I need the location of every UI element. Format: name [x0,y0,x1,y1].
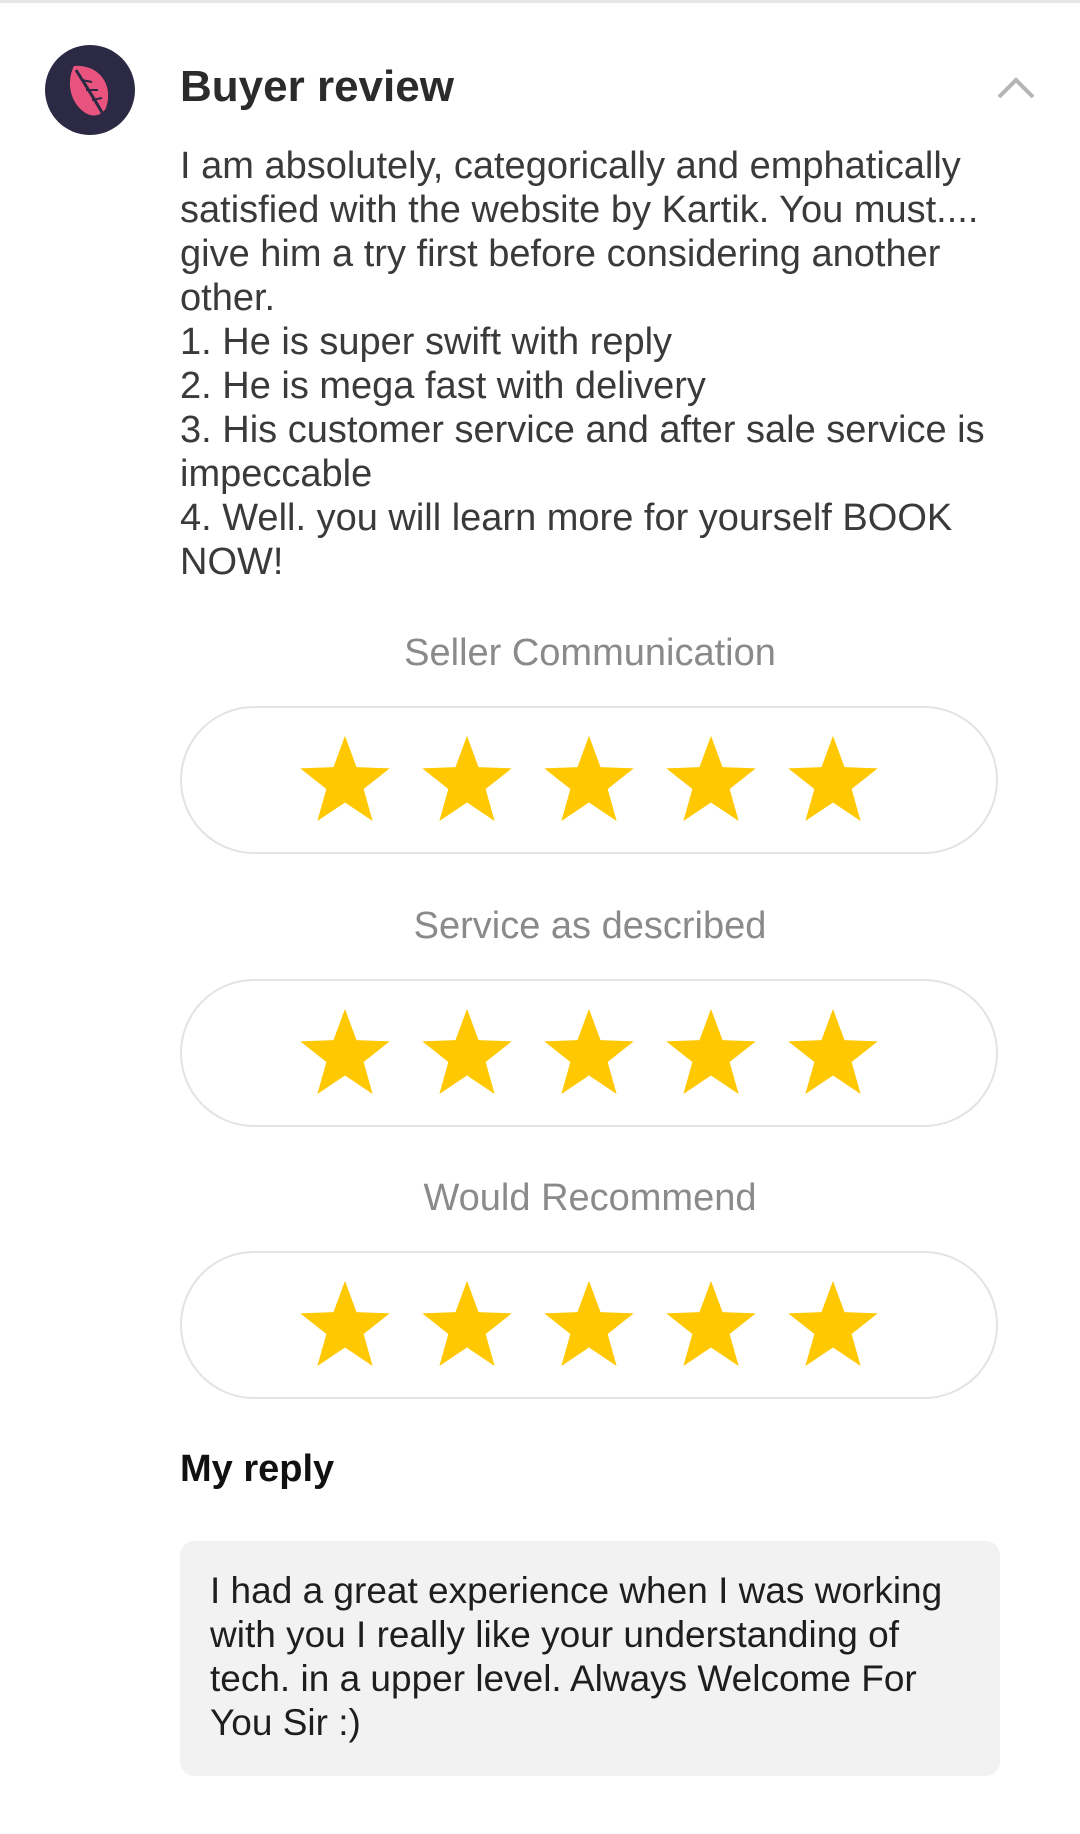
star-icon [544,735,634,821]
star-icon [666,1280,756,1366]
star-icon [788,1008,878,1094]
leaf-icon [69,65,109,117]
star-icon [788,735,878,821]
star-icon [422,1280,512,1366]
star-icon [422,735,512,821]
star-icon [300,1008,390,1094]
avatar[interactable] [45,45,135,135]
star-icon [544,1008,634,1094]
star-icon [666,1008,756,1094]
star-icon [788,1280,878,1366]
top-divider [0,0,1080,3]
rating-stars-seller-communication [180,706,998,854]
reply-text: I had a great experience when I was work… [210,1570,953,1743]
collapse-button[interactable] [990,62,1042,114]
rating-label-service-as-described: Service as described [413,905,767,947]
rating-label-seller-communication: Seller Communication [404,632,776,674]
star-icon [300,735,390,821]
star-icon [300,1280,390,1366]
star-icon [544,1280,634,1366]
rating-label-would-recommend: Would Recommend [423,1177,757,1219]
chevron-up-icon [997,77,1035,99]
rating-stars-service-as-described [180,979,998,1127]
reply-title: My reply [180,1448,335,1490]
reply-box: I had a great experience when I was work… [180,1541,1000,1776]
star-icon [666,735,756,821]
star-icon [422,1008,512,1094]
review-text: I am absolutely, categorically and empha… [180,145,985,583]
review-title: Buyer review [180,62,454,111]
rating-stars-would-recommend [180,1251,998,1399]
